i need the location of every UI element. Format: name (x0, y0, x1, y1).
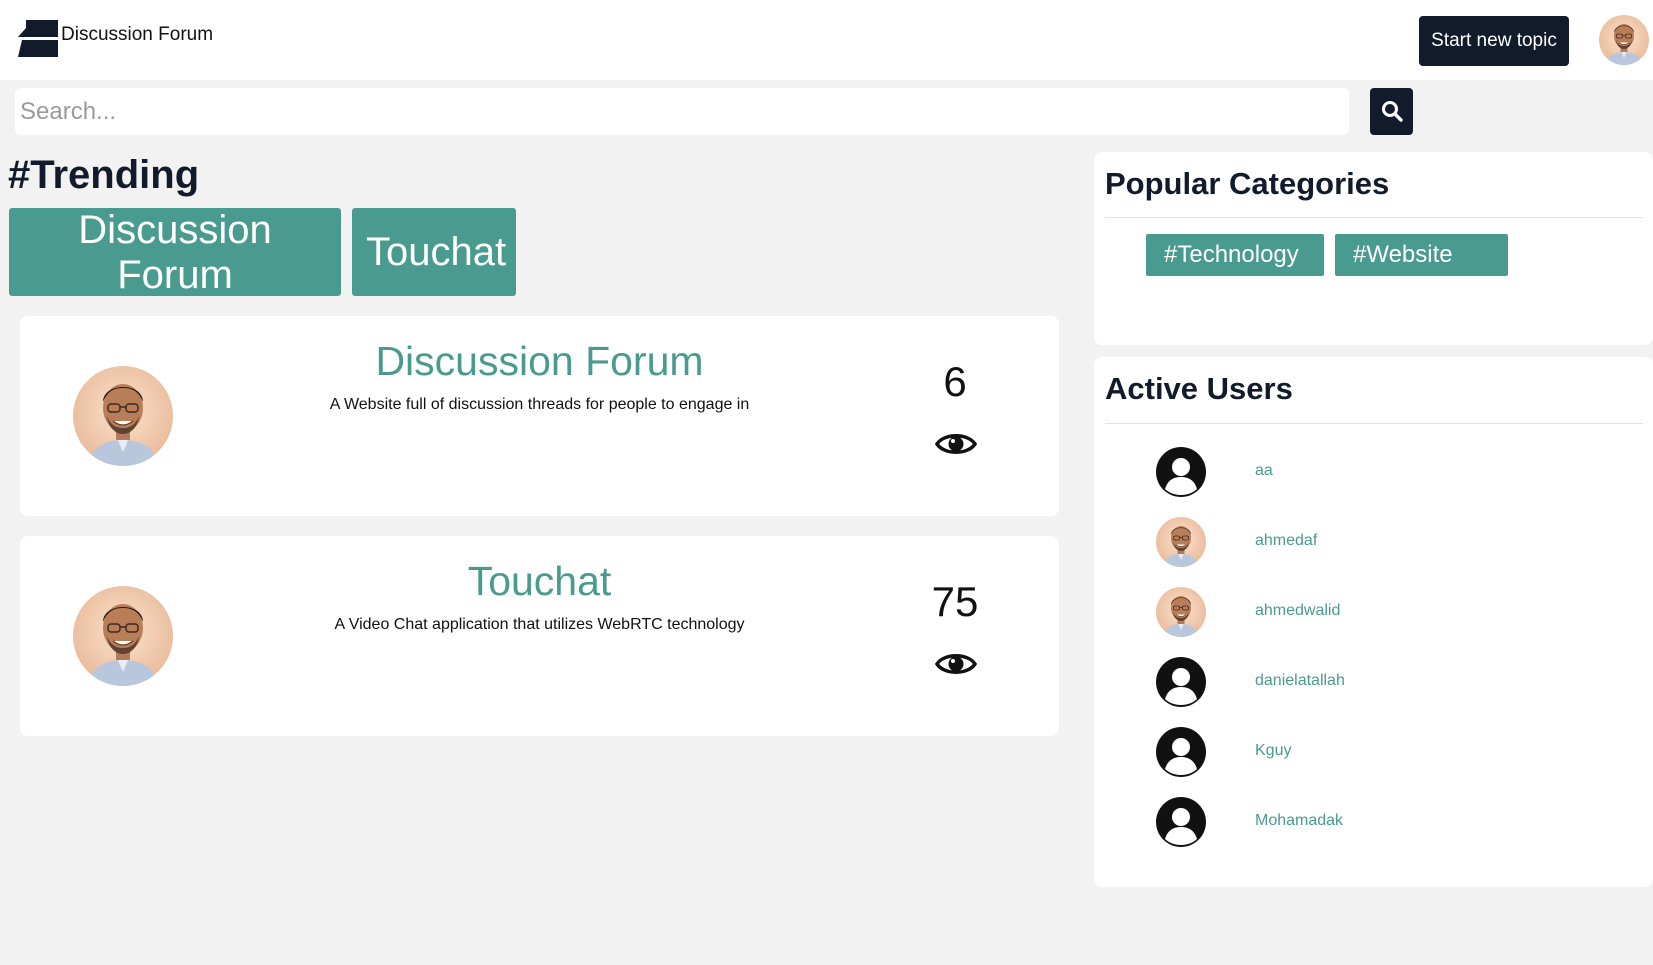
forum-logo-icon[interactable] (18, 20, 58, 57)
user-list-item: ahmedwalid (1094, 581, 1653, 641)
start-new-topic-button[interactable]: Start new topic (1419, 16, 1569, 66)
user-link[interactable]: Mohamadak (1255, 812, 1343, 830)
search-input[interactable] (15, 88, 1349, 135)
default-user-icon (1156, 447, 1206, 497)
eye-icon (935, 654, 977, 674)
user-list-item: ahmedaf (1094, 511, 1653, 571)
divider (1105, 423, 1643, 424)
brand-link[interactable]: Discussion Forum (61, 24, 213, 46)
user-avatar (1156, 517, 1206, 567)
active-users-heading: Active Users (1105, 371, 1293, 406)
views-count: 6 (943, 358, 967, 405)
user-avatar (1156, 587, 1206, 637)
active-users-panel: Active Users aa ahmedaf ahmedwalid danie… (1094, 357, 1653, 887)
user-list-item: aa (1094, 441, 1653, 501)
trending-tag-touchat[interactable]: Touchat (352, 208, 516, 296)
views-count: 75 (931, 578, 979, 625)
category-website-button[interactable]: #Website (1335, 234, 1508, 276)
trending-tag-discussion-forum[interactable]: Discussion Forum (9, 208, 341, 297)
user-link[interactable]: Kguy (1255, 742, 1291, 760)
user-link[interactable]: ahmedaf (1255, 532, 1317, 550)
topic-card: Touchat A Video Chat application that ut… (20, 536, 1059, 736)
default-user-icon (1156, 657, 1206, 707)
popular-categories-heading: Popular Categories (1105, 166, 1390, 201)
trending-heading: #Trending (8, 153, 200, 197)
top-navbar: Discussion Forum Start new topic (0, 0, 1653, 80)
user-link[interactable]: danielatallah (1255, 672, 1345, 690)
user-list-item: Kguy (1094, 721, 1653, 781)
user-list-item: danielatallah (1094, 651, 1653, 711)
user-list-item: Mohamadak (1094, 791, 1653, 851)
search-icon (1382, 101, 1403, 122)
divider (1105, 217, 1643, 218)
search-button[interactable] (1370, 88, 1413, 135)
user-link[interactable]: aa (1255, 462, 1273, 480)
default-user-icon (1156, 797, 1206, 847)
user-link[interactable]: ahmedwalid (1255, 602, 1340, 620)
topic-card: Discussion Forum A Website full of discu… (20, 316, 1059, 516)
popular-categories-panel: Popular Categories #Technology #Website (1094, 152, 1653, 345)
eye-icon (935, 434, 977, 454)
category-technology-button[interactable]: #Technology (1146, 234, 1324, 276)
default-user-icon (1156, 727, 1206, 777)
profile-avatar[interactable] (1599, 15, 1649, 65)
